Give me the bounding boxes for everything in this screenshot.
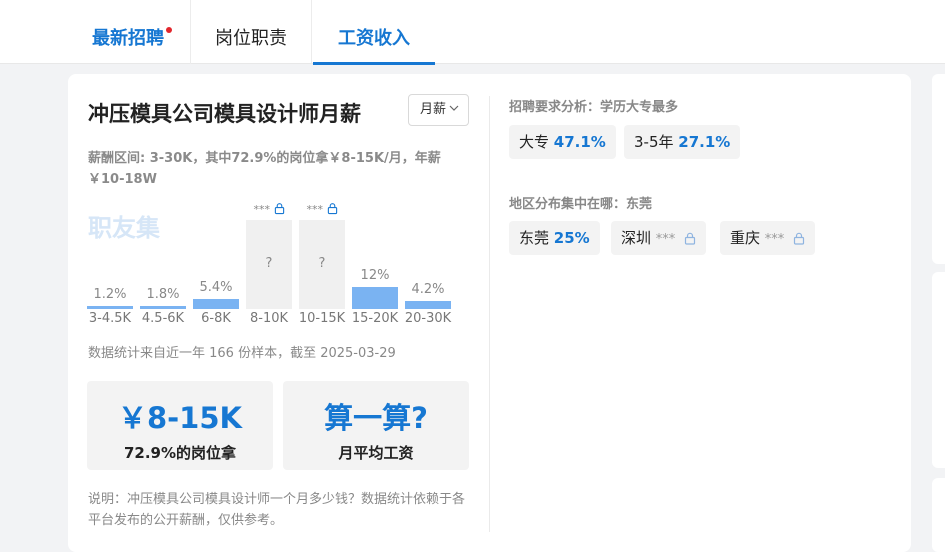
chart-category-label: 4.5-6K bbox=[141, 311, 185, 326]
chart-data-label: 1.2% bbox=[93, 287, 127, 302]
chip-name: 3-5年 bbox=[634, 133, 674, 151]
requirement-chip-education: 大专 47.1% bbox=[509, 125, 616, 159]
chip-value-masked: *** bbox=[655, 232, 676, 247]
chip-name: 重庆 bbox=[730, 229, 761, 247]
lock-icon bbox=[327, 203, 337, 215]
stats-note: 数据统计来自近一年 166 份样本，截至 2025-03-29 bbox=[88, 346, 396, 361]
chart-data-label: 4.2% bbox=[411, 282, 445, 298]
chart-bar bbox=[193, 299, 239, 309]
requirement-chip-experience: 3-5年 27.1% bbox=[624, 125, 741, 159]
chart-data-label: 1.8% bbox=[146, 286, 180, 302]
tab-bar: 最新招聘 岗位职责 工资收入 bbox=[0, 0, 945, 65]
chip-name: 大专 bbox=[519, 133, 550, 151]
chart-bar bbox=[352, 287, 398, 309]
chart-category-label: 3-4.5K bbox=[88, 311, 132, 326]
chart-data-label: 5.4% bbox=[199, 280, 233, 296]
chip-value-masked: *** bbox=[764, 232, 785, 247]
chart-category-label: 20-30K bbox=[404, 311, 452, 326]
chip-value: 27.1% bbox=[678, 133, 731, 151]
masked-value: *** bbox=[253, 203, 271, 216]
side-card-edge bbox=[932, 74, 945, 264]
calculate-label: 算一算? bbox=[324, 401, 428, 435]
chart-data-label: 12% bbox=[360, 268, 390, 284]
calculate-button[interactable]: 算一算? 月平均工资 bbox=[283, 381, 469, 470]
chart-bar bbox=[405, 301, 451, 309]
region-chip-chongqing[interactable]: 重庆 *** bbox=[720, 221, 816, 255]
side-card-edge bbox=[932, 272, 945, 468]
calculate-caption: 月平均工资 bbox=[338, 444, 414, 462]
masked-value: *** bbox=[306, 203, 324, 216]
tab-label: 最新招聘 bbox=[92, 28, 164, 49]
chip-value: 47.1% bbox=[553, 133, 606, 151]
tab-salary[interactable]: 工资收入 bbox=[313, 0, 435, 65]
salary-distribution-chart: 1.2% 3-4.5K 1.8% 4.5-6K 5.4% 6-8K? *** 8-10K? *… bbox=[68, 74, 488, 344]
salary-range-caption: 72.9%的岗位拿 bbox=[123, 444, 237, 462]
description-text: 说明：冲压模具公司模具设计师一个月多少钱？数据统计依赖于各平台发布的公开薪酬，仅… bbox=[88, 492, 466, 528]
chart-category-label: 8-10K bbox=[249, 311, 289, 326]
chart-locked-label[interactable]: *** bbox=[299, 202, 345, 216]
salary-range-value: ￥8-15K bbox=[117, 401, 243, 435]
chart-category-label: 6-8K bbox=[201, 311, 231, 326]
region-chip-shenzhen[interactable]: 深圳 *** bbox=[611, 221, 707, 255]
salary-card: 冲压模具公司模具设计师月薪 月薪 薪酬区间: 3-30K，其中72.9%的岗位拿… bbox=[68, 74, 911, 552]
chart-locked-label[interactable]: *** bbox=[246, 202, 292, 216]
chart-category-label: 15-20K bbox=[351, 311, 399, 326]
region-chip-dongguan: 东莞 25% bbox=[509, 221, 600, 255]
salary-range-box: ￥8-15K 72.9%的岗位拿 bbox=[87, 381, 273, 470]
tab-label: 工资收入 bbox=[338, 28, 410, 49]
lock-icon bbox=[274, 203, 284, 215]
regions-label: 地区分布集中在哪：东莞 bbox=[509, 197, 653, 212]
column-divider bbox=[489, 96, 490, 532]
lock-icon bbox=[684, 232, 696, 245]
tab-job-duties[interactable]: 岗位职责 bbox=[190, 0, 312, 64]
lock-icon bbox=[793, 232, 805, 245]
chart-bar bbox=[140, 305, 186, 309]
chart-hidden-value: ? bbox=[265, 255, 273, 271]
chart-bar bbox=[87, 306, 133, 309]
requirements-label: 招聘要求分析：学历大专最多 bbox=[509, 100, 679, 115]
chip-name: 东莞 bbox=[519, 229, 550, 247]
tab-latest-jobs[interactable]: 最新招聘 bbox=[68, 0, 188, 64]
chip-name: 深圳 bbox=[621, 229, 652, 247]
chip-value: 25% bbox=[553, 229, 590, 247]
tab-label: 岗位职责 bbox=[215, 28, 287, 49]
side-card-edge bbox=[932, 478, 945, 552]
chart-category-label: 10-15K bbox=[298, 311, 346, 326]
chart-hidden-value: ? bbox=[318, 255, 326, 271]
notification-dot bbox=[166, 27, 172, 33]
